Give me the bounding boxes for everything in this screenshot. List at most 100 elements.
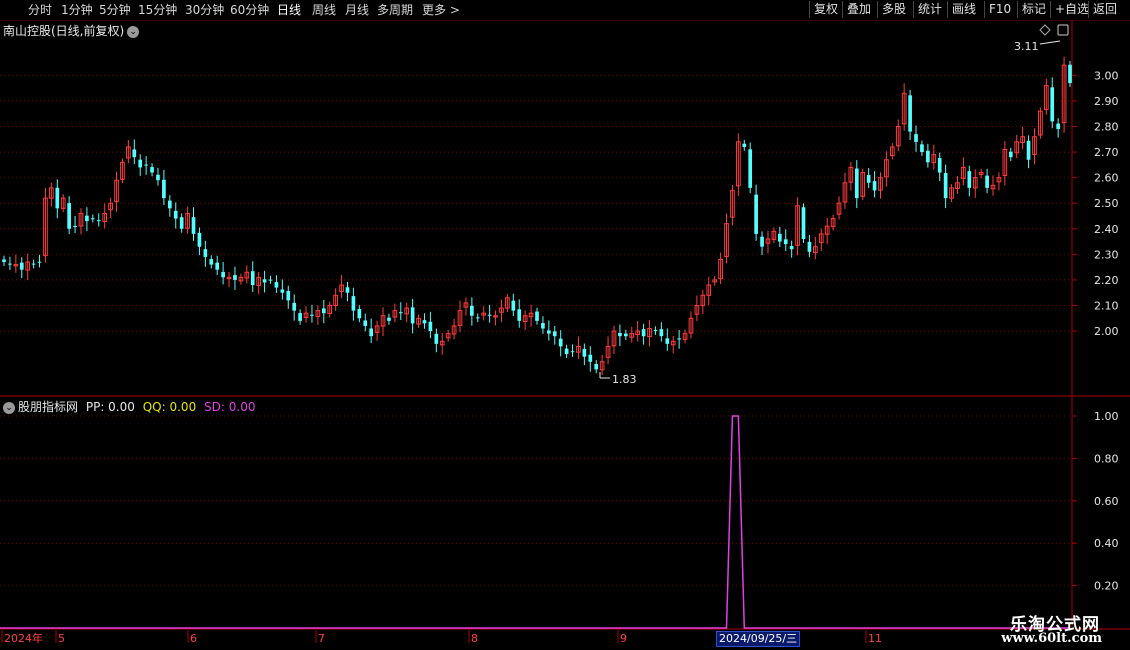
price-tick-label: 2.40: [1094, 223, 1119, 236]
candle-body-down: [760, 236, 764, 247]
candle-body-down: [357, 308, 362, 319]
candle-body-down: [73, 225, 77, 227]
candle-body-down: [659, 329, 664, 337]
candle-body-down: [150, 167, 154, 173]
candle-body-down: [547, 330, 551, 334]
candle-body-down: [866, 175, 871, 183]
candle-body-down: [920, 144, 924, 153]
candle-body-down: [594, 363, 599, 370]
candle-body-down: [274, 282, 279, 288]
candle-body-down: [286, 291, 291, 301]
candle-body-down: [209, 259, 214, 265]
date-tick-label: 2024年: [4, 631, 43, 645]
candle-body-down: [653, 330, 658, 332]
candle-body-down: [1008, 151, 1013, 158]
date-tick-label: 6: [190, 632, 197, 645]
candle-body-down: [292, 302, 297, 311]
candle-body-down: [985, 175, 989, 188]
candle-body-down: [558, 338, 563, 347]
candle-body-down: [144, 164, 148, 166]
candle-body-down: [434, 333, 439, 344]
price-tick-label: 3.00: [1094, 69, 1119, 82]
candle-body-down: [19, 262, 24, 270]
candle-body-down: [31, 263, 36, 265]
candle-body-down: [777, 233, 782, 242]
date-tick-label: 5: [58, 632, 65, 645]
high-arrow: [1039, 40, 1061, 45]
candle-body-down: [1056, 123, 1060, 130]
price-tick-label: 2.90: [1094, 95, 1119, 108]
candle-body-down: [872, 181, 877, 191]
candle-body-down: [511, 300, 516, 311]
candle-body-down: [197, 232, 202, 247]
candle-body-down: [221, 271, 225, 278]
high-annotation: 3.11: [1014, 40, 1039, 53]
candle-body-down: [280, 289, 285, 293]
candle-body-down: [1026, 140, 1031, 160]
indicator-tick-label: 0.80: [1094, 452, 1119, 465]
date-tick-label: 9: [620, 632, 627, 645]
candle-body-down: [801, 207, 806, 240]
candle-body-down: [262, 279, 267, 283]
watermark-url: www.60lt.com: [1001, 631, 1102, 646]
candle-body-down: [215, 262, 220, 270]
candle-body-down: [410, 307, 415, 324]
candle-body-down: [8, 263, 12, 265]
candle-body-down: [67, 203, 71, 229]
candle-body-down: [914, 134, 918, 142]
candle-body-down: [1068, 64, 1072, 84]
price-tick-label: 2.20: [1094, 274, 1119, 287]
indicator-tick-label: 0.60: [1094, 495, 1119, 508]
price-tick-label: 2.50: [1094, 197, 1119, 210]
candle-body-down: [422, 320, 427, 324]
candle-body-down: [487, 314, 492, 316]
candle-body-down: [321, 308, 326, 314]
candle-body-down: [789, 246, 794, 250]
candle-body-down: [541, 323, 545, 329]
candle-body-down: [665, 338, 670, 344]
indicator-line-sd: [0, 415, 1070, 629]
candle-body-down: [369, 328, 374, 337]
candle-body-down: [570, 351, 575, 353]
candle-body-down: [96, 220, 101, 222]
candle-body-down: [138, 159, 143, 168]
price-tick-label: 2.30: [1094, 248, 1119, 261]
candle-body-down: [179, 217, 184, 229]
candle-body-down: [203, 249, 208, 257]
candle-body-down: [132, 149, 137, 158]
candle-body-down: [398, 312, 403, 314]
candle-body-down: [588, 354, 593, 362]
candle-body-down: [470, 305, 474, 316]
price-tick-label: 2.70: [1094, 146, 1119, 159]
candle-body-down: [623, 333, 628, 337]
date-tick-label: 7: [318, 632, 325, 645]
candle-body-down: [156, 174, 160, 181]
candle-body-down: [310, 314, 314, 316]
candle-body-down: [748, 149, 753, 188]
candle-body-down: [162, 179, 166, 199]
indicator-tick-label: 0.40: [1094, 537, 1119, 550]
candle-body-down: [535, 311, 539, 321]
panel-icon: [1057, 24, 1069, 36]
candle-body-down: [582, 348, 587, 357]
candle-body-down: [552, 331, 557, 337]
candle-body-down: [191, 217, 196, 234]
candle-body-down: [937, 158, 942, 173]
candle-body-down: [641, 329, 646, 337]
candle-body-down: [37, 261, 42, 263]
candle-body-down: [475, 317, 480, 319]
candle-body-down: [2, 259, 6, 263]
price-tick-label: 2.80: [1094, 121, 1119, 134]
candle-body-down: [967, 171, 972, 188]
candle-body-down: [742, 143, 747, 147]
date-tick-label: 8: [471, 632, 478, 645]
candle-body-down: [167, 200, 172, 209]
kline-chart[interactable]: 3.00 2.90 2.80 2.70 2.60 2.50 2.40 2.30 2.20 2.10…: [0, 0, 1130, 650]
candle-body-down: [926, 150, 930, 163]
candle-body-down: [854, 168, 859, 199]
candle-body-down: [677, 338, 681, 340]
candle-body-down: [363, 320, 368, 326]
price-tick-label: 2.00: [1094, 325, 1119, 338]
candle-body-down: [351, 296, 356, 311]
candle-body-down: [807, 241, 812, 252]
